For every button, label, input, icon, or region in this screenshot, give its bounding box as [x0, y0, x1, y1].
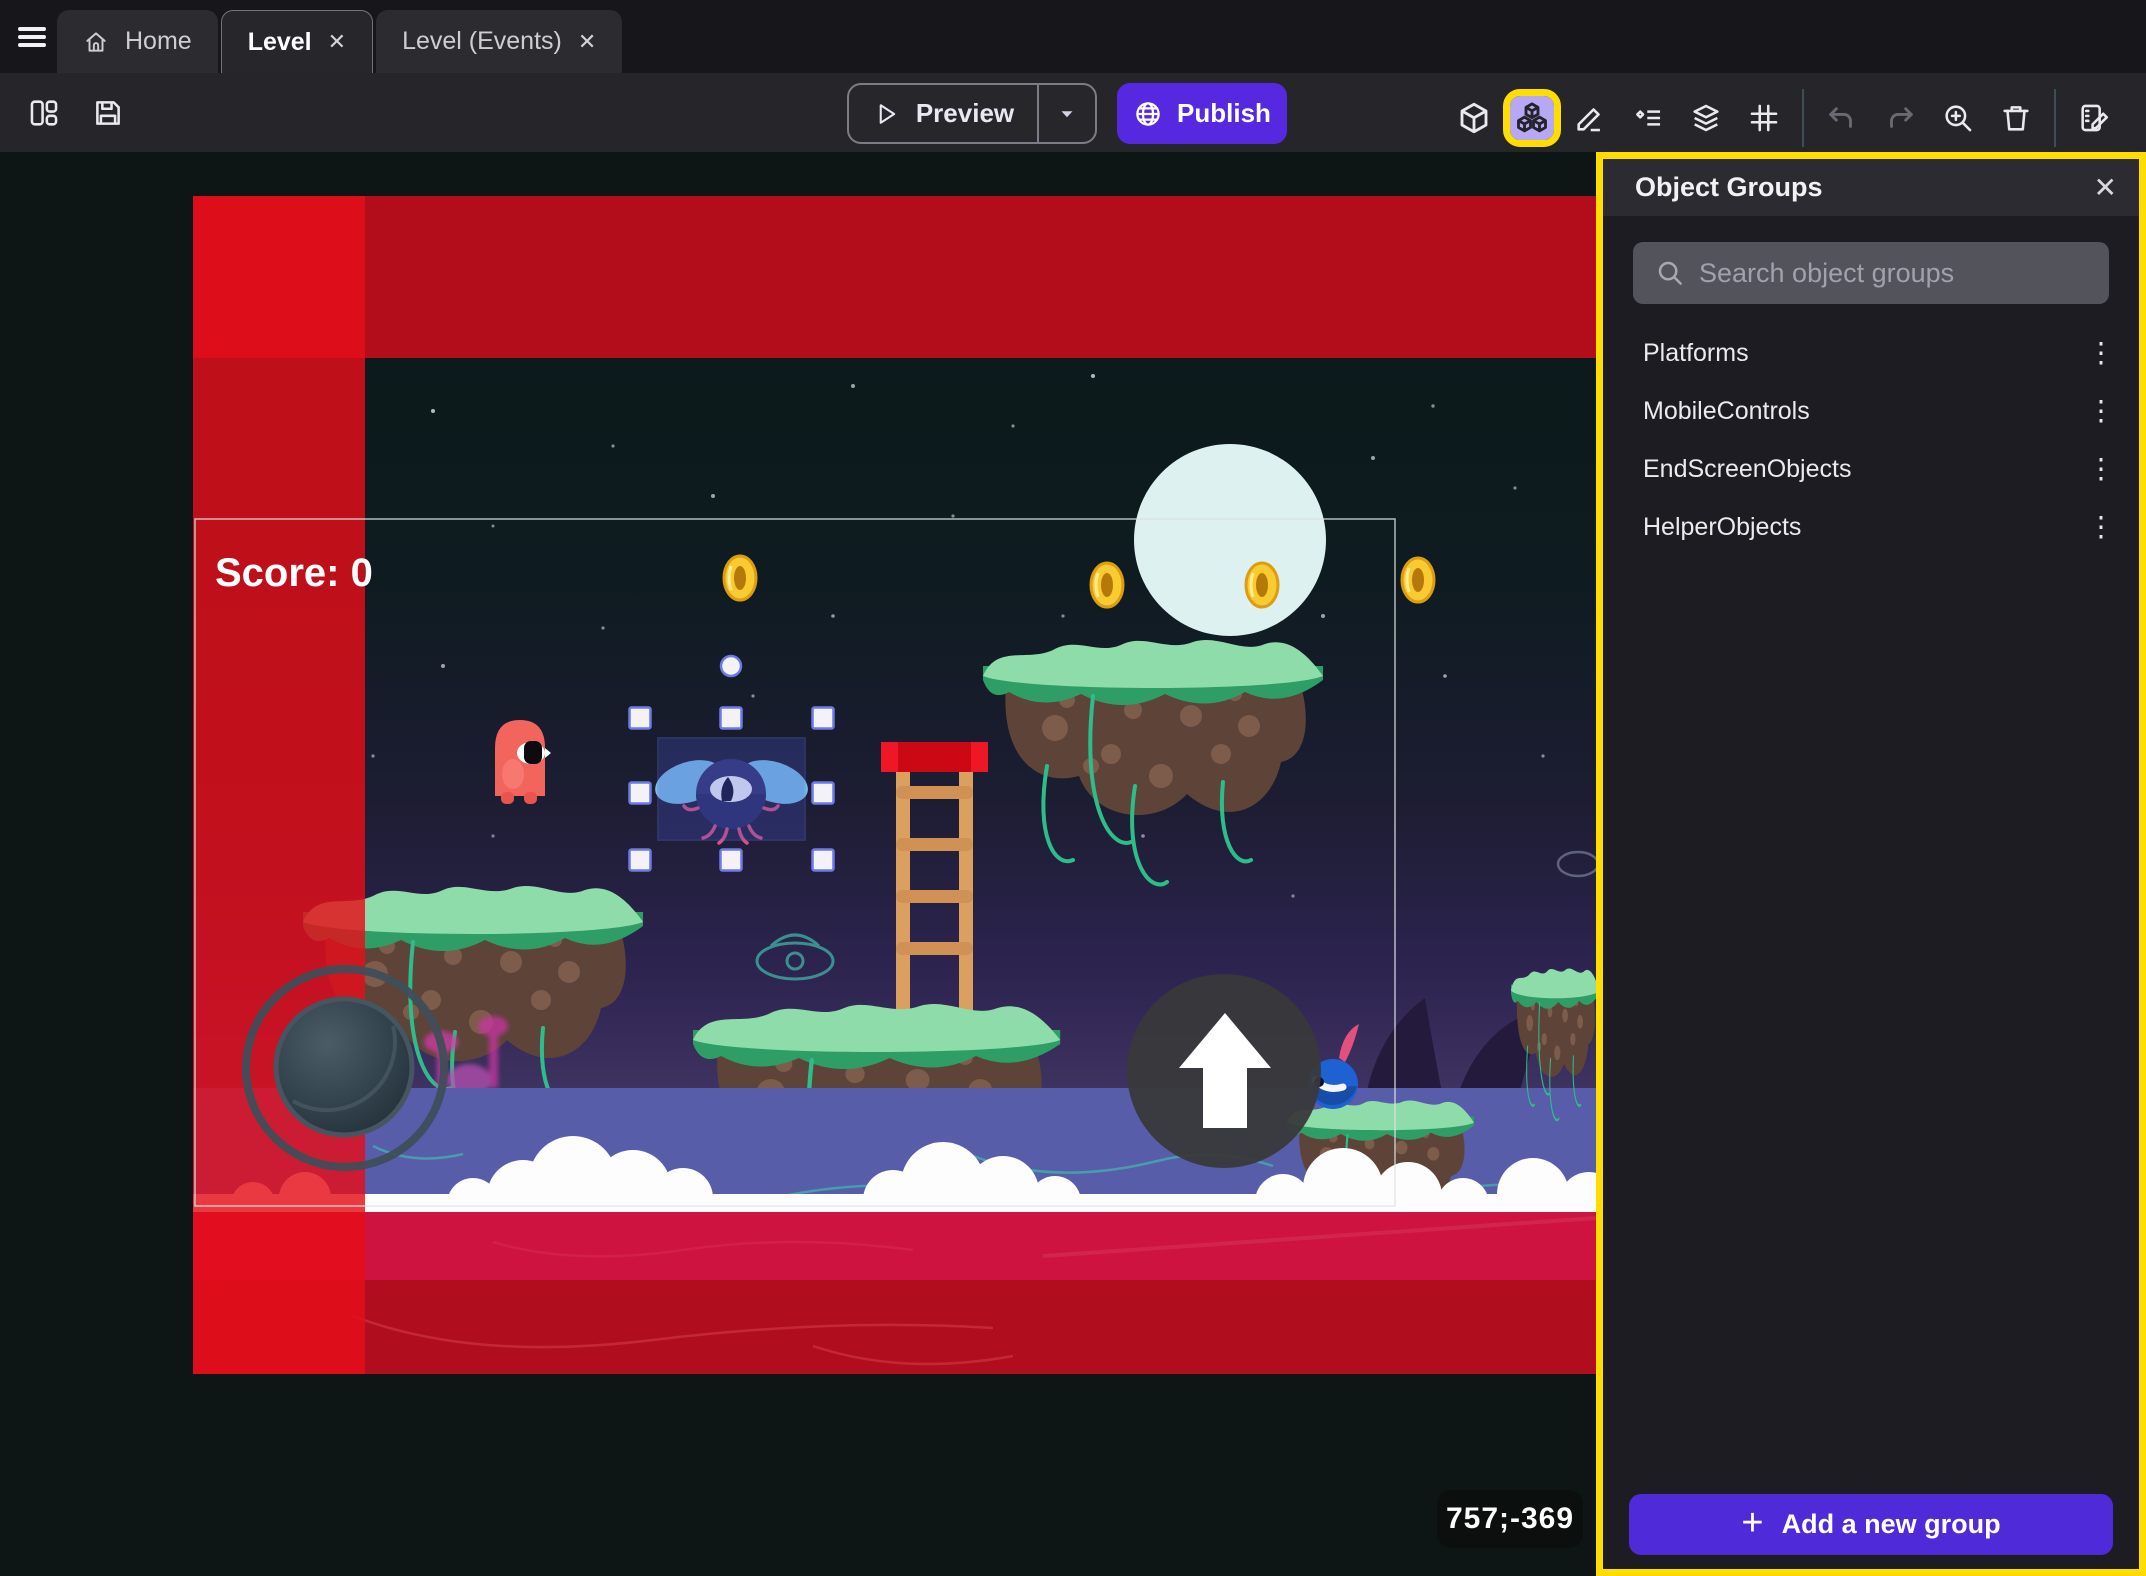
grid-icon — [1747, 101, 1781, 135]
rotate-handle — [721, 656, 741, 676]
layout-icon — [27, 96, 61, 130]
group-name: EndScreenObjects — [1603, 455, 1851, 484]
edit-object-button[interactable] — [1568, 96, 1612, 140]
chevron-down-icon — [1056, 103, 1078, 125]
selection-box[interactable] — [658, 738, 805, 840]
layers-icon — [1689, 101, 1723, 135]
add-group-button[interactable]: + Add a new group — [1629, 1494, 2113, 1555]
tab-bar: Home Level ✕ Level (Events) ✕ — [0, 0, 2146, 73]
panel-spacer — [1603, 556, 2139, 1494]
tab-level-events-label: Level (Events) — [402, 27, 562, 56]
layers-panel-button[interactable] — [1684, 96, 1728, 140]
group-list: Platforms ⋮ MobileControls ⋮ EndScreenOb… — [1603, 324, 2139, 556]
tab-level-close-icon[interactable]: ✕ — [328, 31, 346, 53]
open-events-sheet-button[interactable] — [2072, 96, 2116, 140]
group-row-helperobjects[interactable]: HelperObjects ⋮ — [1603, 498, 2139, 556]
jump-button-control[interactable] — [1127, 974, 1321, 1168]
panel-header: Object Groups ✕ — [1603, 159, 2139, 216]
scene-canvas[interactable]: Score: 0 — [193, 196, 1597, 1374]
tab-level-label: Level — [248, 28, 312, 57]
cursor-coordinates-badge: 757;-369 — [1437, 1490, 1583, 1548]
kebab-menu-icon[interactable]: ⋮ — [2077, 451, 2125, 487]
undo-icon — [1825, 101, 1859, 135]
toolbar-divider — [2054, 89, 2056, 147]
save-icon — [91, 96, 125, 130]
trash-icon — [1999, 101, 2033, 135]
toolbar-divider — [1802, 89, 1804, 147]
main-toolbar: Preview Publish — [0, 73, 2146, 152]
globe-icon — [1133, 99, 1163, 129]
instances-list-button[interactable] — [1626, 96, 1670, 140]
undo-button[interactable] — [1820, 96, 1864, 140]
pencil-icon — [1573, 101, 1607, 135]
joystick-control[interactable] — [246, 969, 444, 1167]
object-groups-icon — [1514, 100, 1550, 136]
tab-level[interactable]: Level ✕ — [221, 10, 373, 73]
tab-level-events-close-icon[interactable]: ✕ — [578, 31, 596, 53]
panel-close-icon[interactable]: ✕ — [2094, 174, 2117, 202]
object-groups-panel: Object Groups ✕ Platforms ⋮ MobileContro… — [1596, 152, 2146, 1576]
redo-icon — [1883, 101, 1917, 135]
search-icon — [1655, 258, 1685, 288]
plus-icon: + — [1741, 1504, 1763, 1542]
group-row-endscreenobjects[interactable]: EndScreenObjects ⋮ — [1603, 440, 2139, 498]
redo-button[interactable] — [1878, 96, 1922, 140]
main-menu-button[interactable] — [18, 22, 58, 52]
save-button[interactable] — [86, 91, 130, 135]
score-text-object[interactable]: Score: 0 — [215, 551, 373, 595]
tab-home-label: Home — [125, 27, 192, 56]
objects-panel-button[interactable] — [1452, 96, 1496, 140]
preview-split-button: Preview — [847, 83, 1097, 144]
layout-panels-button[interactable] — [22, 91, 66, 135]
play-icon — [872, 100, 900, 128]
home-icon — [83, 29, 109, 55]
cube-icon — [1456, 100, 1492, 136]
group-name: HelperObjects — [1603, 513, 1801, 542]
group-name: Platforms — [1603, 339, 1749, 368]
kebab-menu-icon[interactable]: ⋮ — [2077, 335, 2125, 371]
search-input[interactable] — [1699, 258, 2109, 289]
events-sheet-edit-icon — [2077, 101, 2111, 135]
instances-list-icon — [1631, 101, 1665, 135]
preview-options-button[interactable] — [1037, 85, 1095, 142]
publish-label: Publish — [1177, 98, 1271, 129]
kebab-menu-icon[interactable]: ⋮ — [2077, 393, 2125, 429]
app-window: Home Level ✕ Level (Events) ✕ — [0, 0, 2146, 1576]
preview-button[interactable]: Preview — [849, 85, 1037, 142]
zoom-in-icon — [1941, 101, 1975, 135]
object-groups-panel-button[interactable] — [1510, 96, 1554, 140]
publish-button[interactable]: Publish — [1117, 83, 1287, 144]
editor-tabs: Home Level ✕ Level (Events) ✕ — [57, 10, 622, 73]
group-row-platforms[interactable]: Platforms ⋮ — [1603, 324, 2139, 382]
group-name: MobileControls — [1603, 397, 1810, 426]
group-row-mobilecontrols[interactable]: MobileControls ⋮ — [1603, 382, 2139, 440]
preview-label: Preview — [916, 98, 1014, 129]
kebab-menu-icon[interactable]: ⋮ — [2077, 509, 2125, 545]
grid-toggle-button[interactable] — [1742, 96, 1786, 140]
delete-button[interactable] — [1994, 96, 2038, 140]
add-group-label: Add a new group — [1782, 1509, 2001, 1540]
zoom-button[interactable] — [1936, 96, 1980, 140]
tab-home[interactable]: Home — [57, 10, 218, 73]
hamburger-icon — [18, 27, 46, 31]
search-box[interactable] — [1633, 242, 2109, 304]
tab-level-events[interactable]: Level (Events) ✕ — [376, 10, 622, 73]
moon[interactable] — [1134, 444, 1326, 636]
panel-title: Object Groups — [1603, 172, 1823, 203]
